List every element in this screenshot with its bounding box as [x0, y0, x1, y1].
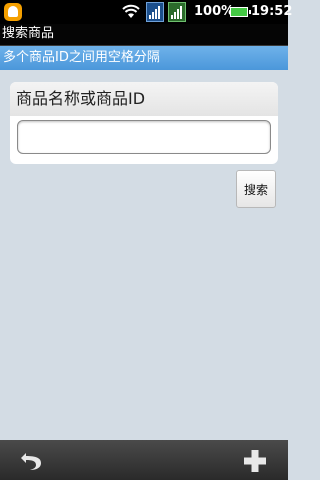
battery-icon [230, 7, 251, 17]
bottom-bar [0, 440, 288, 480]
page-title: 搜索商品 [2, 26, 55, 41]
status-bar: 100% 19:52 [0, 0, 292, 24]
notification-icon [4, 3, 22, 21]
add-icon[interactable] [244, 450, 266, 472]
wifi-icon [122, 4, 140, 18]
search-button[interactable]: 搜索 [236, 170, 276, 208]
signal-icon [146, 2, 164, 22]
hint-bar: 多个商品ID之间用空格分隔 [0, 46, 288, 70]
title-bar: 搜索商品 [0, 24, 288, 46]
search-input[interactable] [17, 120, 271, 154]
signal-icon [168, 2, 186, 22]
hint-text: 多个商品ID之间用空格分隔 [3, 50, 160, 65]
field-label: 商品名称或商品ID [10, 82, 278, 116]
search-form: 商品名称或商品ID [10, 82, 278, 164]
battery-level: 100% [194, 4, 235, 19]
clock: 19:52 [251, 4, 293, 19]
back-icon[interactable] [20, 450, 44, 472]
